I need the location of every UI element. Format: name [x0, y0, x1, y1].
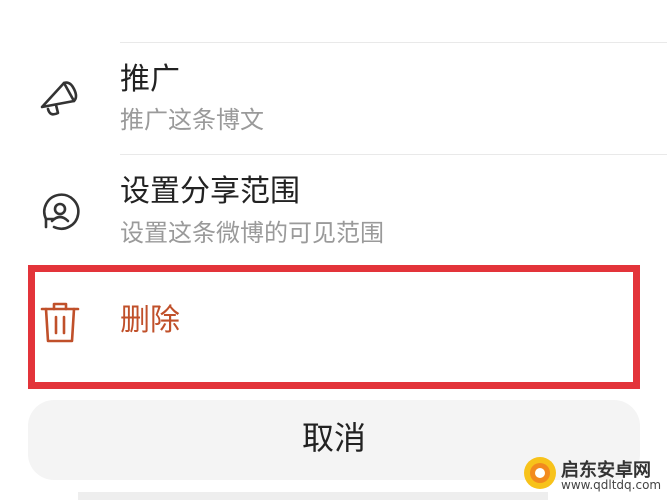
menu-item-cut-off[interactable] [0, 0, 667, 42]
watermark-url: www.qdltdq.com [561, 478, 662, 492]
share-scope-icon [34, 185, 86, 237]
menu-item-subtitle: 推广这条博文 [120, 106, 264, 134]
menu-item-subtitle: 设置这条微博的可见范围 [120, 219, 384, 247]
partial-icon [34, 0, 86, 26]
watermark-logo-icon [523, 456, 557, 490]
menu-item-title: 推广 [120, 62, 180, 97]
menu-item-share-scope[interactable]: 设置分享范围 设置这条微博的可见范围 [0, 155, 667, 260]
megaphone-icon [34, 71, 86, 123]
menu-item-promote[interactable]: 推广 推广这条博文 [0, 43, 667, 154]
menu-item-title: 设置分享范围 [120, 174, 300, 209]
watermark: 启东安卓网 www.qdltdq.com [523, 454, 661, 494]
cancel-label: 取消 [301, 419, 366, 457]
bottom-strip [78, 492, 548, 500]
action-sheet: 推广 推广这条博文 设置分享范围 设置这条微博的可见范围 删除 取消 启东安卓网… [0, 0, 667, 500]
highlight-box [28, 265, 640, 389]
